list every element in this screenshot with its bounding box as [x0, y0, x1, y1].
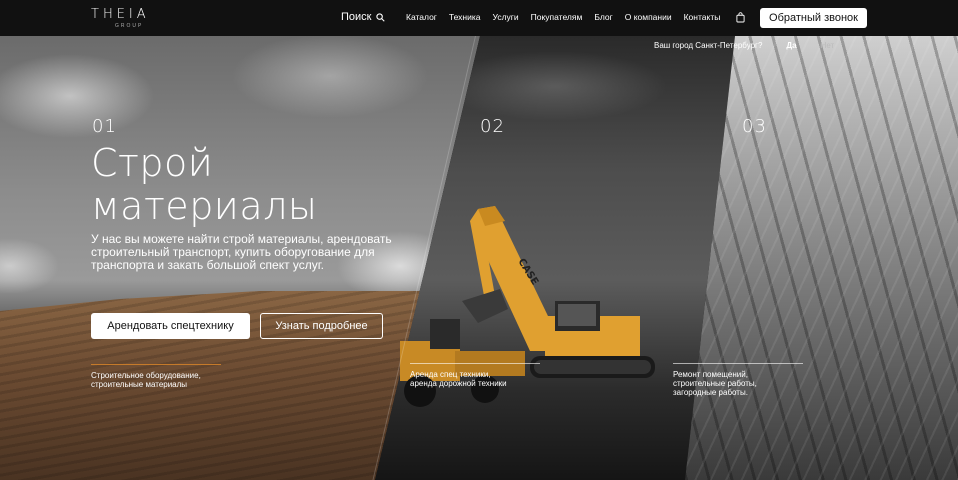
- section-number-2: 02: [480, 116, 505, 137]
- excavator-image: CASE: [400, 206, 655, 407]
- site-header: THEIA GROUP Поиск Каталог Техника Услуги…: [0, 0, 958, 36]
- category-3-line: [673, 363, 803, 364]
- nav-buyers[interactable]: Покупателям: [531, 12, 583, 22]
- nav-services[interactable]: Услуги: [493, 12, 519, 22]
- search-label: Поиск: [341, 11, 372, 23]
- main-nav: Каталог Техника Услуги Покупателям Блог …: [406, 12, 720, 22]
- nav-blog[interactable]: Блог: [594, 12, 612, 22]
- category-3-line-2: строительные работы,: [673, 379, 757, 388]
- learn-more-button[interactable]: Узнать подробнее: [260, 313, 383, 339]
- category-1-accent-line: [91, 364, 221, 365]
- hero-subtitle: У нас вы можете найти строй материалы, а…: [91, 232, 392, 272]
- category-3-line-1: Ремонт помещений,: [673, 370, 748, 379]
- category-2-line-2: аренда дорожной техники: [410, 379, 507, 388]
- search-icon: [376, 12, 386, 22]
- category-1-line-2: строительные материалы: [91, 380, 188, 389]
- category-1-line-1: Строительное оборудование,: [91, 371, 201, 380]
- nav-catalog[interactable]: Каталог: [406, 12, 437, 22]
- category-3-line-3: загородные работы.: [673, 388, 748, 397]
- logo[interactable]: THEIA GROUP: [91, 8, 165, 30]
- city-confirm-bar: Ваш город Санкт-Петербург? Да Нет: [654, 41, 834, 50]
- page-title: Строй материалы: [91, 142, 318, 228]
- nav-contacts[interactable]: Контакты: [684, 12, 721, 22]
- section-number-1: 01: [92, 116, 117, 137]
- search-button[interactable]: Поиск: [341, 11, 386, 23]
- nav-machinery[interactable]: Техника: [449, 12, 481, 22]
- category-rental[interactable]: Аренда спец техники, аренда дорожной тех…: [410, 370, 540, 388]
- hero-section: CASE Ваш город Санкт-Петербург? Да Нет 0…: [0, 36, 958, 480]
- city-yes-button[interactable]: Да: [786, 41, 796, 50]
- logo-subtext: GROUP: [115, 23, 144, 29]
- nav-about[interactable]: О компании: [625, 12, 672, 22]
- bag-icon[interactable]: [736, 12, 745, 23]
- city-no-button[interactable]: Нет: [821, 41, 835, 50]
- rent-machinery-button[interactable]: Арендовать спецтехнику: [91, 313, 250, 339]
- category-2-line-1: Аренда спец техники,: [410, 370, 491, 379]
- callback-button[interactable]: Обратный звонок: [760, 8, 867, 28]
- section-number-3: 03: [742, 116, 767, 137]
- logo-text: THEIA: [91, 7, 150, 22]
- category-2-line: [410, 363, 540, 364]
- category-materials[interactable]: Строительное оборудование, строительные …: [91, 371, 221, 389]
- title-line-2: материалы: [91, 184, 318, 228]
- city-question: Ваш город Санкт-Петербург?: [654, 41, 763, 50]
- title-line-1: Строй: [91, 141, 214, 185]
- category-repair[interactable]: Ремонт помещений, строительные работы, з…: [673, 370, 793, 397]
